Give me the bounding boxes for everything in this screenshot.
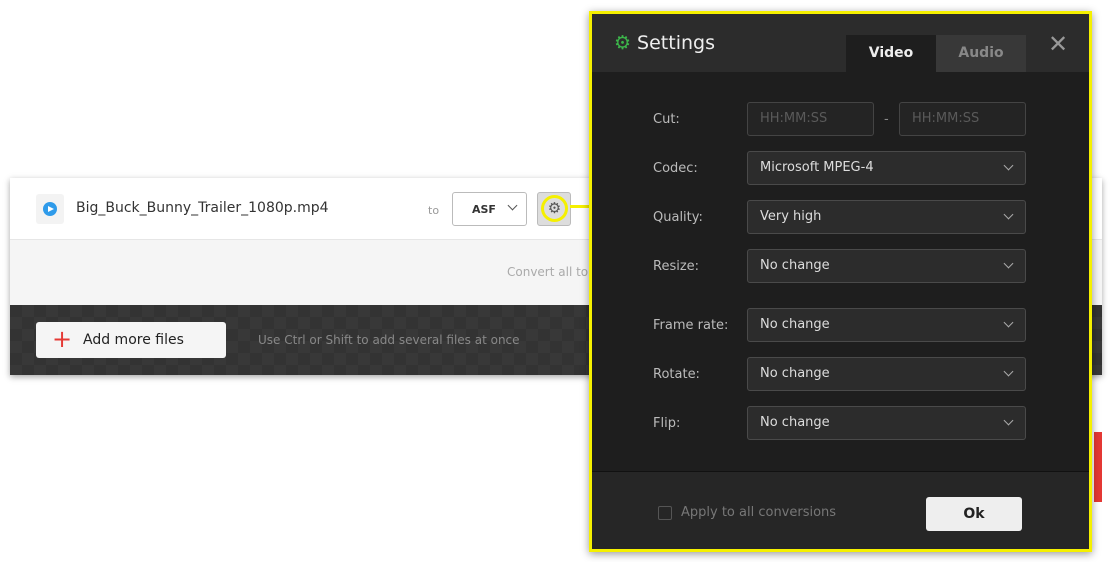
tab-audio[interactable]: Audio	[936, 35, 1026, 72]
cut-separator: -	[884, 112, 889, 127]
convert-button-edge[interactable]	[1094, 432, 1102, 502]
chevron-down-icon	[1003, 415, 1014, 426]
add-more-files-label: Add more files	[83, 332, 184, 348]
frame-rate-select[interactable]: No change	[747, 308, 1026, 342]
rotate-select[interactable]: No change	[747, 357, 1026, 391]
dialog-title-text: Settings	[637, 32, 715, 54]
format-value: ASF	[472, 203, 496, 216]
close-icon[interactable]: ✕	[1048, 30, 1068, 58]
to-label: to	[428, 204, 440, 217]
video-file-icon	[36, 194, 64, 224]
cut-end-input[interactable]: HH:MM:SS	[899, 102, 1026, 136]
frame-rate-label: Frame rate:	[653, 318, 729, 333]
cut-start-input[interactable]: HH:MM:SS	[747, 102, 874, 136]
plus-icon: +	[52, 325, 73, 353]
cut-label: Cut:	[653, 112, 680, 127]
codec-select[interactable]: Microsoft MPEG-4	[747, 151, 1026, 185]
settings-button[interactable]: ⚙	[537, 192, 571, 226]
chevron-down-icon	[1003, 160, 1014, 171]
add-files-hint: Use Ctrl or Shift to add several files a…	[258, 333, 520, 347]
resize-value: No change	[760, 258, 830, 273]
flip-select[interactable]: No change	[747, 406, 1026, 440]
settings-dialog: ⚙ Settings Video Audio ✕ Cut: HH:MM:SS - …	[589, 11, 1092, 552]
chevron-down-icon	[1003, 209, 1014, 220]
quality-value: Very high	[760, 209, 822, 224]
ok-button[interactable]: Ok	[926, 497, 1022, 531]
rotate-value: No change	[760, 366, 830, 381]
file-name: Big_Buck_Bunny_Trailer_1080p.mp4	[76, 200, 329, 216]
convert-all-label: Convert all to	[507, 265, 589, 279]
format-select[interactable]: ASF	[452, 192, 527, 226]
tab-video[interactable]: Video	[846, 35, 936, 72]
dialog-header: ⚙ Settings Video Audio ✕	[592, 14, 1089, 72]
resize-label: Resize:	[653, 259, 700, 274]
frame-rate-value: No change	[760, 317, 830, 332]
codec-value: Microsoft MPEG-4	[760, 160, 874, 175]
add-more-files-button[interactable]: + Add more files	[36, 322, 226, 358]
chevron-down-icon	[507, 200, 518, 211]
quality-select[interactable]: Very high	[747, 200, 1026, 234]
chevron-down-icon	[1003, 317, 1014, 328]
rotate-label: Rotate:	[653, 367, 700, 382]
apply-all-label[interactable]: Apply to all conversions	[681, 505, 836, 520]
codec-label: Codec:	[653, 161, 698, 176]
flip-label: Flip:	[653, 416, 681, 431]
resize-select[interactable]: No change	[747, 249, 1026, 283]
quality-label: Quality:	[653, 210, 703, 225]
dialog-title: ⚙ Settings	[614, 32, 715, 54]
flip-value: No change	[760, 415, 830, 430]
dialog-footer: Apply to all conversions Ok	[592, 471, 1089, 549]
chevron-down-icon	[1003, 258, 1014, 269]
gear-icon: ⚙	[541, 195, 568, 222]
gear-icon: ⚙	[614, 32, 632, 54]
apply-all-checkbox[interactable]	[658, 506, 672, 520]
chevron-down-icon	[1003, 366, 1014, 377]
